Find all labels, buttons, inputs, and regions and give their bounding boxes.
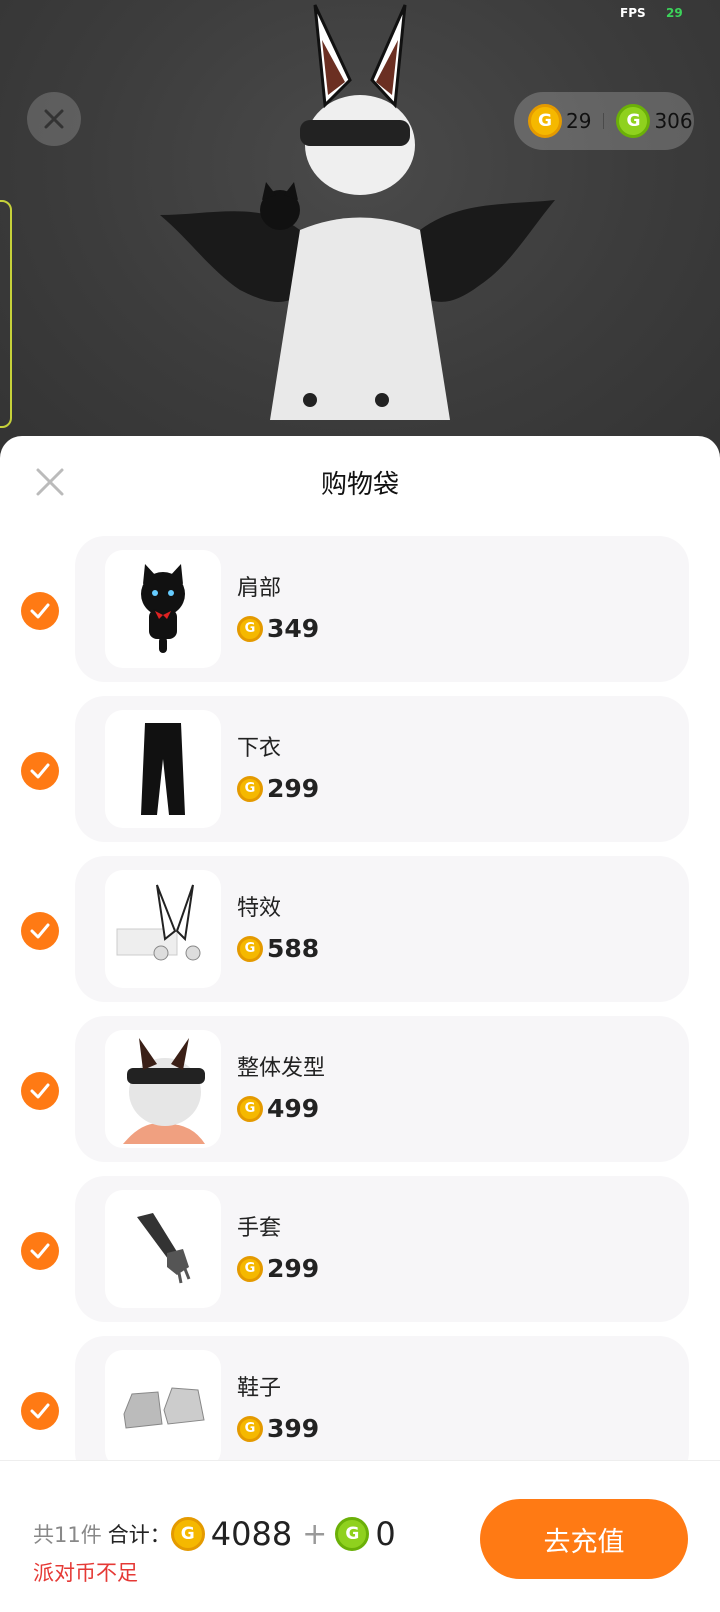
check-icon — [30, 923, 50, 939]
item-price: G 399 — [237, 1414, 319, 1443]
item-name: 整体发型 — [237, 1056, 326, 1081]
item-thumbnail — [105, 1030, 221, 1148]
green-coin-icon: G — [616, 104, 651, 138]
green-balance: 306 — [654, 109, 693, 133]
item-name: 鞋子 — [237, 1376, 282, 1401]
checkbox-checked[interactable] — [21, 912, 59, 950]
shoes-icon — [123, 1387, 205, 1429]
item-price: G 588 — [237, 934, 319, 963]
item-thumbnail — [105, 550, 221, 668]
item-name: 肩部 — [237, 576, 282, 601]
fps-value: 29 — [666, 6, 683, 20]
item-price: G 499 — [237, 1094, 319, 1123]
game-scene: FPS 29 G 29 G 306 — [0, 0, 720, 470]
avatar-preview — [160, 4, 555, 420]
bunny-ears-effect-icon — [116, 884, 201, 961]
check-icon — [30, 1083, 50, 1099]
price-value: 299 — [267, 774, 320, 803]
item-price: G 299 — [237, 1254, 319, 1283]
price-value: 349 — [267, 614, 320, 643]
item-thumbnail — [105, 1350, 221, 1468]
scene-close-button[interactable] — [27, 92, 81, 146]
checkout-bar: 共11件 合计： G 4088 + G 0 派对币不足 去充值 — [0, 1460, 720, 1612]
gold-balance: 29 — [566, 109, 592, 133]
item-price: G 349 — [237, 614, 319, 643]
green-coin-icon: G — [335, 1517, 370, 1551]
check-icon — [30, 763, 50, 779]
shopping-bag-sheet: 购物袋 肩部 G 349 下衣 G 299 特效 G 588 整体发型 G 49… — [0, 436, 720, 1612]
cart-item[interactable]: 特效 G 588 — [0, 856, 720, 1016]
check-icon — [30, 1403, 50, 1419]
total-summary: 共11件 合计： G 4088 + G 0 — [33, 1515, 402, 1553]
item-thumbnail — [105, 870, 221, 988]
hairstyle-icon — [123, 1038, 205, 1144]
item-card[interactable]: 特效 G 588 — [75, 856, 689, 1002]
item-card[interactable]: 肩部 G 349 — [75, 536, 689, 682]
black-cat-shoulder-icon — [141, 564, 185, 653]
party-coin-icon: G — [237, 615, 263, 642]
cart-item[interactable]: 肩部 G 349 — [0, 536, 720, 696]
party-coin-icon: G — [237, 1255, 263, 1282]
item-name: 手套 — [237, 1216, 282, 1241]
party-coin-icon: G — [237, 775, 263, 802]
party-coin-icon: G — [237, 1095, 263, 1122]
party-coin-icon: G — [237, 935, 263, 962]
price-value: 299 — [267, 1254, 320, 1283]
price-value: 399 — [267, 1414, 320, 1443]
green-total: 0 — [375, 1515, 396, 1553]
item-name: 特效 — [237, 896, 282, 921]
checkbox-checked[interactable] — [21, 1392, 59, 1430]
party-coin-icon: G — [528, 104, 562, 138]
cart-list: 肩部 G 349 下衣 G 299 特效 G 588 整体发型 G 499 手套… — [0, 536, 720, 1496]
item-thumbnail — [105, 710, 221, 828]
recharge-button[interactable]: 去充值 — [480, 1499, 688, 1579]
close-icon — [44, 109, 64, 129]
price-value: 588 — [267, 934, 320, 963]
item-price: G 299 — [237, 774, 319, 803]
party-coin-icon: G — [237, 1415, 263, 1442]
check-icon — [30, 603, 50, 619]
check-icon — [30, 1243, 50, 1259]
plus-sign: + — [302, 1516, 328, 1552]
price-value: 499 — [267, 1094, 320, 1123]
page-title: 购物袋 — [320, 470, 399, 500]
item-card[interactable]: 下衣 G 299 — [75, 696, 689, 842]
insufficient-warning: 派对币不足 — [33, 1561, 138, 1585]
item-name: 下衣 — [237, 736, 282, 761]
cart-item[interactable]: 手套 G 299 — [0, 1176, 720, 1336]
checkbox-checked[interactable] — [21, 1232, 59, 1270]
gold-total: 4088 — [210, 1515, 293, 1553]
fps-label: FPS — [620, 6, 646, 20]
glove-icon — [137, 1213, 191, 1284]
item-card[interactable]: 手套 G 299 — [75, 1176, 689, 1322]
black-pants-icon — [141, 723, 185, 815]
cart-item[interactable]: 下衣 G 299 — [0, 696, 720, 856]
item-count: 共11件 — [33, 1523, 102, 1547]
cart-item[interactable]: 整体发型 G 499 — [0, 1016, 720, 1176]
divider — [603, 113, 605, 129]
checkbox-checked[interactable] — [21, 752, 59, 790]
wallet-pill[interactable]: G 29 G 306 — [514, 92, 694, 150]
party-coin-icon: G — [170, 1517, 205, 1551]
side-panel-tab[interactable] — [0, 200, 12, 428]
checkbox-checked[interactable] — [21, 592, 59, 630]
item-thumbnail — [105, 1190, 221, 1308]
checkbox-checked[interactable] — [21, 1072, 59, 1110]
item-card[interactable]: 整体发型 G 499 — [75, 1016, 689, 1162]
total-label: 合计： — [107, 1523, 171, 1547]
